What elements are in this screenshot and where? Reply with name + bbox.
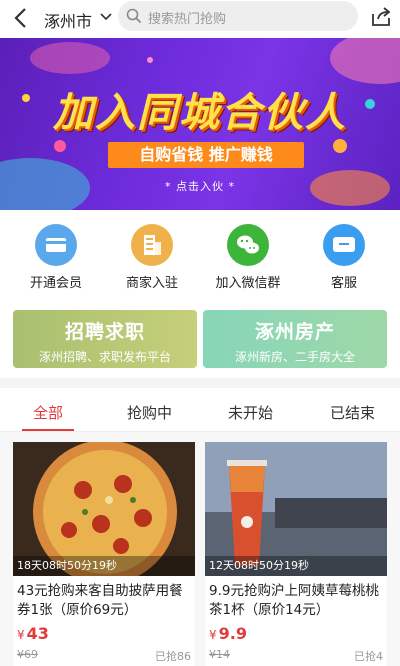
menu-item-merchant[interactable]: 商家入驻 [112, 224, 192, 291]
menu-item-label: 加入微信群 [215, 276, 281, 291]
product-price: ¥9.9 [209, 624, 247, 643]
promo-card-jobs[interactable]: 招聘求职 涿州招聘、求职发布平台 [13, 310, 197, 368]
tab-upcoming[interactable]: 未开始 [228, 402, 273, 423]
city-selector[interactable]: 涿州市 [44, 8, 92, 32]
promo-subtitle: 涿州招聘、求职发布平台 [38, 350, 171, 364]
product-price: ¥43 [17, 624, 49, 643]
promo-card-realestate[interactable]: 涿州房产 涿州新房、二手房大全 [203, 310, 387, 368]
sold-count: 已抢4 [354, 650, 383, 663]
product-title: 43元抢购来客自助披萨用餐券1张（原价69元） [17, 583, 183, 618]
product-card[interactable]: 12天08时50分19秒 9.9元抢购沪上阿姨草莓桃桃茶1杯（原价14元） ¥9… [205, 442, 387, 666]
partner-banner[interactable]: 加入同城合伙人 自购省钱 推广赚钱 * 点击入伙 * [0, 38, 400, 210]
search-placeholder: 搜索热门抢购 [148, 12, 227, 27]
menu-item-wechat-group[interactable]: 加入微信群 [208, 224, 288, 291]
product-list: 18天08时50分19秒 43元抢购来客自助披萨用餐券1张（原价69元） ¥43… [0, 432, 400, 666]
menu-item-label: 商家入驻 [125, 276, 178, 291]
quick-menu: 开通会员 商家入驻 加入微信群 客服 [0, 210, 400, 302]
original-price: ¥14 [209, 648, 230, 661]
search-input[interactable]: 搜索热门抢购 [118, 1, 358, 31]
merchant-building-icon [131, 224, 173, 266]
banner-cta[interactable]: * 点击入伙 * [0, 178, 400, 194]
currency-symbol: ¥ [17, 628, 25, 642]
banner-subtitle: 自购省钱 推广赚钱 [108, 142, 304, 168]
share-icon[interactable] [370, 6, 392, 28]
countdown-timer: 12天08时50分19秒 [205, 556, 387, 576]
banner-title: 加入同城合伙人 [53, 90, 347, 136]
countdown-timer: 18天08时50分19秒 [13, 556, 195, 576]
promo-subtitle: 涿州新房、二手房大全 [234, 350, 355, 364]
tab-all[interactable]: 全部 [33, 402, 63, 423]
price-value: 43 [26, 624, 49, 643]
top-bar: 涿州市 搜索热门抢购 [0, 0, 400, 38]
promo-title: 涿州房产 [254, 321, 335, 343]
chevron-down-icon[interactable] [100, 12, 112, 22]
membership-card-icon [35, 224, 77, 266]
price-value: 9.9 [218, 624, 247, 643]
promo-title: 招聘求职 [64, 321, 145, 343]
product-title: 9.9元抢购沪上阿姨草莓桃桃茶1杯（原价14元） [209, 583, 379, 618]
menu-item-customer-service[interactable]: 客服 [304, 224, 384, 291]
back-arrow-icon[interactable] [10, 6, 32, 30]
product-card[interactable]: 18天08时50分19秒 43元抢购来客自助披萨用餐券1张（原价69元） ¥43… [13, 442, 195, 666]
wechat-icon [227, 224, 269, 266]
currency-symbol: ¥ [209, 628, 217, 642]
promo-section: 招聘求职 涿州招聘、求职发布平台 涿州房产 涿州新房、二手房大全 [0, 302, 400, 378]
filter-tabs: 全部 抢购中 未开始 已结束 [0, 388, 400, 432]
tab-ongoing[interactable]: 抢购中 [127, 402, 172, 423]
customer-service-icon [323, 224, 365, 266]
menu-item-label: 客服 [330, 276, 357, 291]
tab-ended[interactable]: 已结束 [330, 402, 375, 423]
original-price: ¥69 [17, 648, 38, 661]
menu-item-membership[interactable]: 开通会员 [16, 224, 96, 291]
active-tab-indicator [22, 429, 74, 431]
sold-count: 已抢86 [155, 650, 191, 663]
menu-item-label: 开通会员 [29, 276, 82, 291]
search-icon [126, 8, 142, 24]
